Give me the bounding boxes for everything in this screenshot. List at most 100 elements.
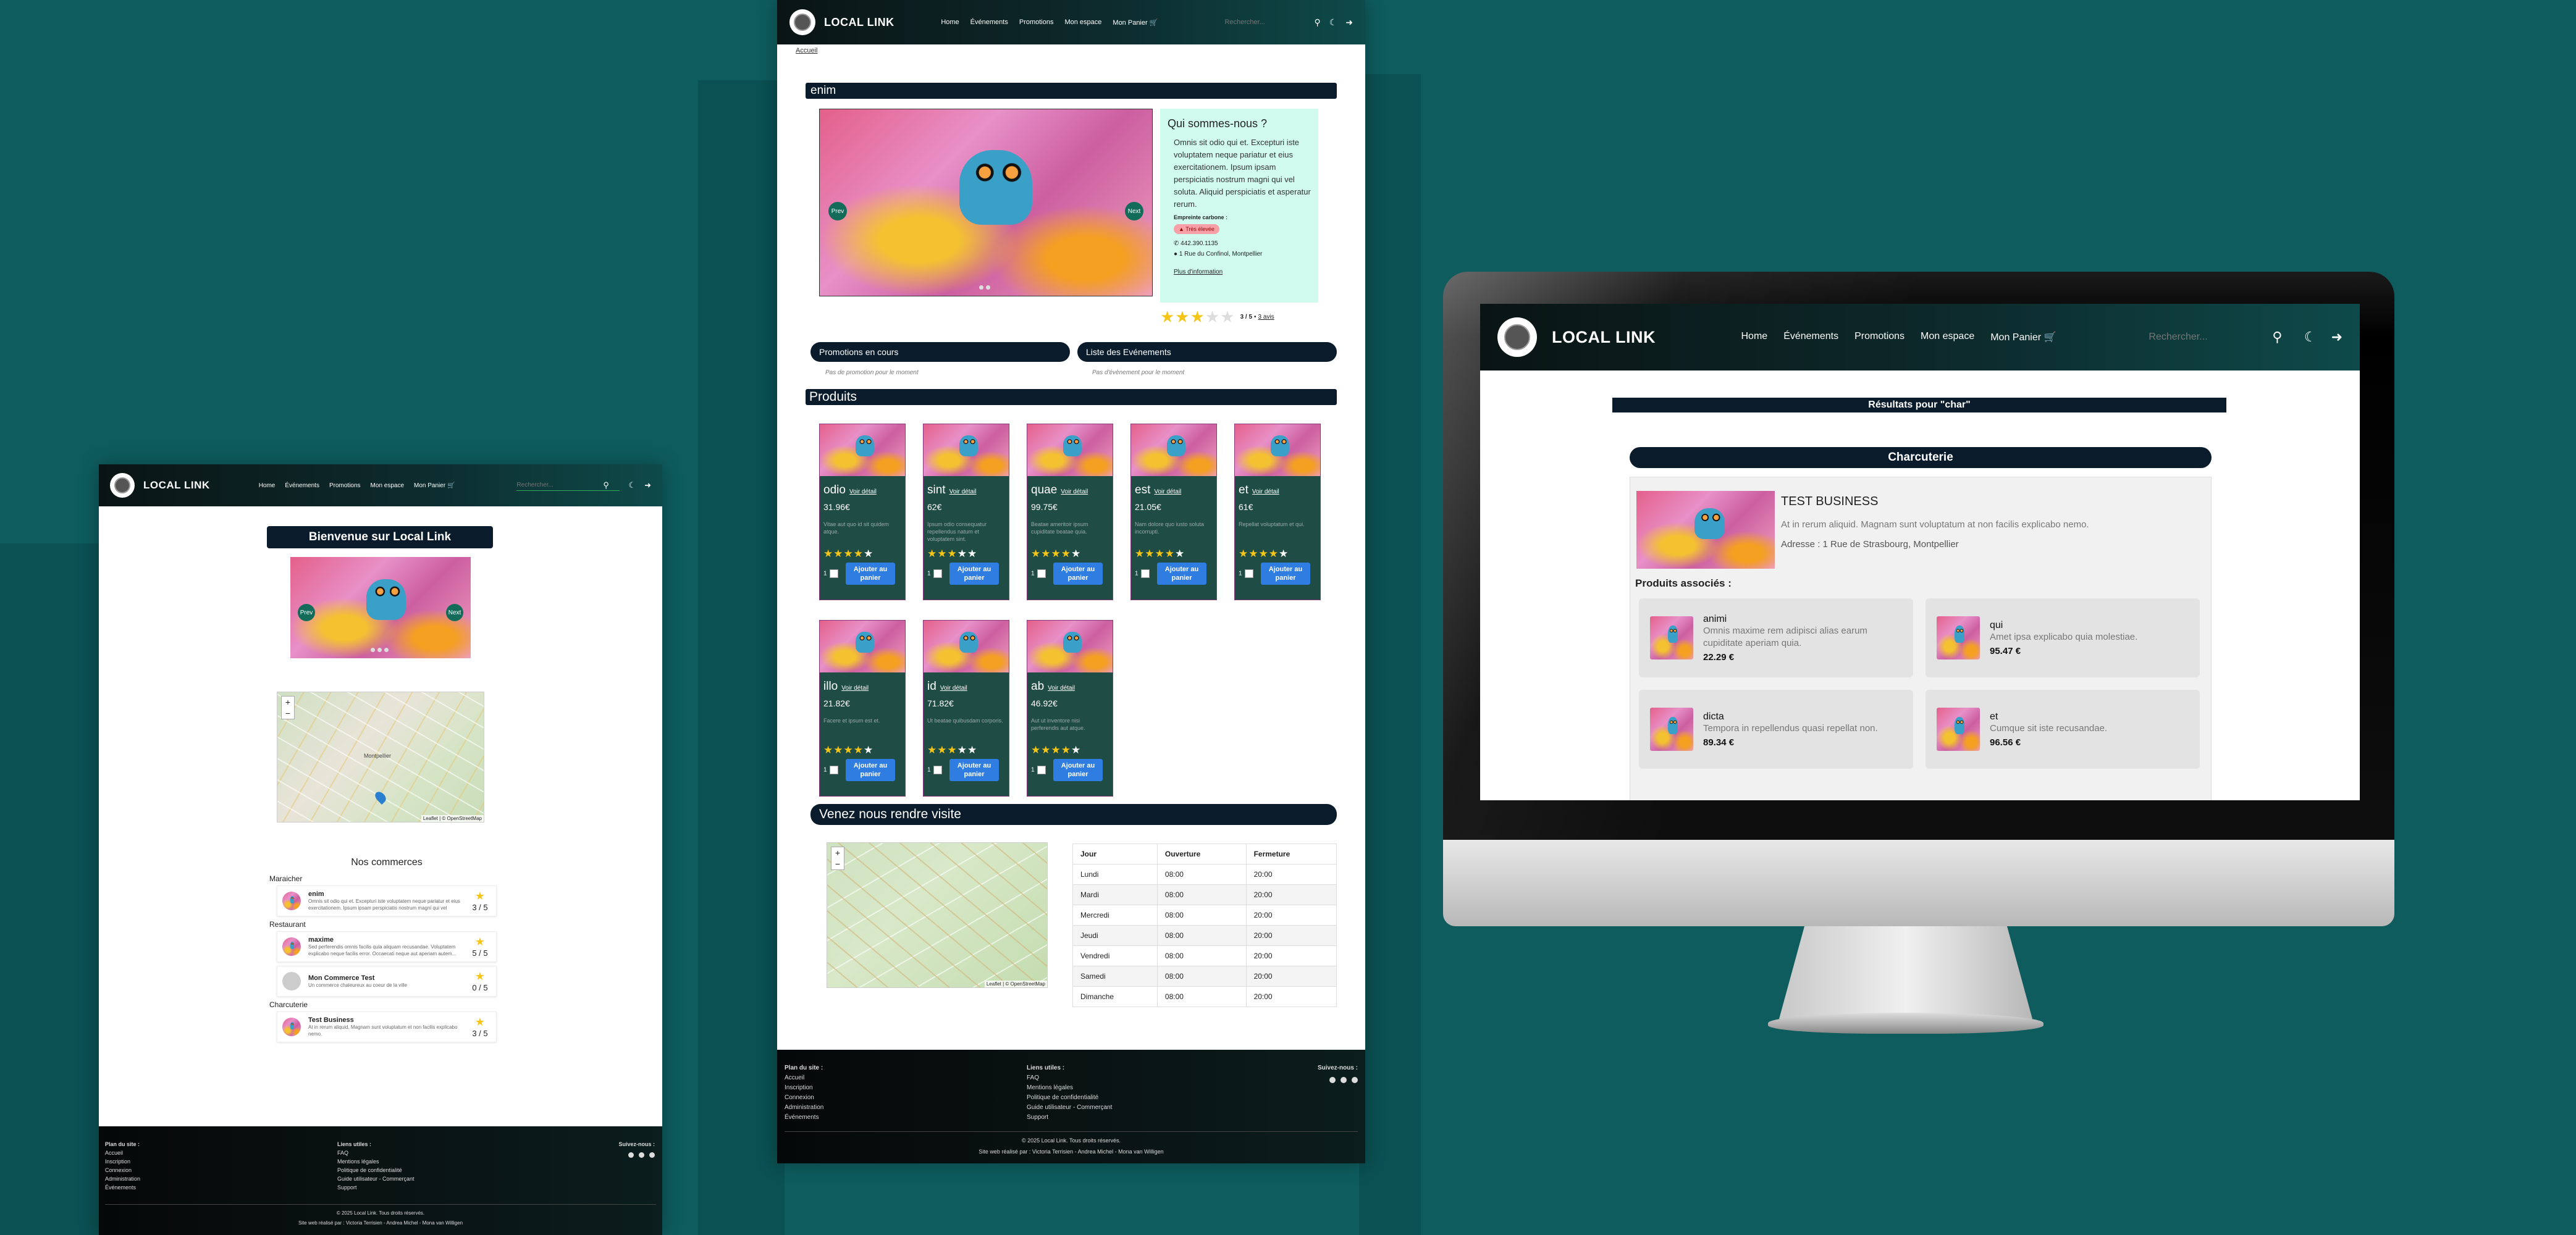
footer-link[interactable]: Guide utilisateur - Commerçant — [1027, 1103, 1112, 1113]
quantity-input[interactable]: 1 — [823, 766, 846, 774]
carousel-prev-button[interactable]: Prev — [298, 604, 315, 621]
product-card[interactable]: id Voir détail 71.82€ Ut beatae quibusdam c… — [923, 620, 1009, 797]
product-detail-link[interactable]: Voir détail — [1048, 685, 1075, 692]
footer-link[interactable]: FAQ — [1027, 1073, 1112, 1083]
quantity-input[interactable]: 1 — [1031, 569, 1053, 578]
footer-link[interactable]: Politique de confidentialité — [337, 1166, 415, 1174]
add-to-cart-button[interactable]: Ajouter au panier — [949, 563, 999, 585]
add-to-cart-button[interactable]: Ajouter au panier — [1157, 563, 1206, 585]
product-image[interactable] — [820, 424, 905, 476]
logo-icon[interactable] — [789, 9, 815, 35]
business-image[interactable] — [1636, 491, 1775, 569]
search-icon[interactable]: ⚲ — [1314, 17, 1320, 28]
footer-link[interactable]: FAQ — [337, 1149, 415, 1157]
quantity-input[interactable]: 1 — [1031, 766, 1053, 774]
add-to-cart-button[interactable]: Ajouter au panier — [1053, 759, 1103, 781]
quantity-input[interactable]: 1 — [823, 569, 846, 578]
footer-link[interactable]: Inscription — [785, 1083, 823, 1093]
twitter-icon[interactable] — [1341, 1077, 1347, 1083]
location-map[interactable]: + − Leaflet | © OpenStreetMap — [827, 842, 1048, 988]
instagram-icon[interactable] — [649, 1152, 655, 1158]
footer-link[interactable]: Accueil — [105, 1149, 140, 1157]
dark-mode-icon[interactable]: ☾ — [628, 480, 636, 490]
product-detail-link[interactable]: Voir détail — [1061, 488, 1088, 495]
footer-link[interactable]: Mentions légales — [1027, 1083, 1112, 1093]
footer-link[interactable]: Administration — [105, 1174, 140, 1183]
footer-link[interactable]: Événements — [105, 1183, 140, 1192]
product-image[interactable] — [924, 621, 1009, 672]
product-detail-link[interactable]: Voir détail — [949, 488, 977, 495]
search-icon[interactable]: ⚲ — [603, 480, 609, 490]
footer-link[interactable]: Support — [1027, 1113, 1112, 1123]
add-to-cart-button[interactable]: Ajouter au panier — [1261, 563, 1310, 585]
reviews-link[interactable]: 3 avis — [1258, 314, 1274, 320]
add-to-cart-button[interactable]: Ajouter au panier — [1053, 563, 1103, 585]
product-image[interactable] — [1235, 424, 1320, 476]
nav-promotions[interactable]: Promotions — [329, 482, 361, 489]
map-zoom-control[interactable]: + − — [831, 847, 844, 870]
product-card[interactable]: odio Voir détail 31.96€ Vitae aut quo id si… — [819, 424, 906, 600]
add-to-cart-button[interactable]: Ajouter au panier — [846, 759, 895, 781]
nav-my-space[interactable]: Mon espace — [1064, 19, 1101, 27]
nav-home[interactable]: Home — [259, 482, 276, 489]
facebook-icon[interactable] — [628, 1152, 634, 1158]
brand-name[interactable]: LOCAL LINK — [824, 16, 941, 29]
nav-home[interactable]: Home — [941, 19, 959, 27]
product-detail-link[interactable]: Voir détail — [1252, 488, 1279, 495]
map-marker-icon[interactable] — [373, 789, 389, 805]
dark-mode-icon[interactable]: ☾ — [1329, 17, 1337, 28]
nav-events[interactable]: Événements — [1783, 331, 1838, 343]
logo-icon[interactable] — [110, 473, 135, 498]
product-image[interactable] — [820, 621, 905, 672]
map-attribution[interactable]: Leaflet | © OpenStreetMap — [421, 815, 484, 822]
footer-link[interactable]: Connexion — [785, 1093, 823, 1103]
search-icon[interactable]: ⚲ — [2272, 329, 2282, 345]
search-input[interactable] — [516, 482, 604, 488]
product-card[interactable]: sint Voir détail 62€ Ipsum odio consequatur… — [923, 424, 1009, 600]
quantity-input[interactable]: 1 — [1239, 569, 1261, 578]
logout-icon[interactable]: ➜ — [644, 480, 651, 490]
product-detail-link[interactable]: Voir détail — [940, 685, 967, 692]
map-zoom-control[interactable]: + − — [281, 696, 295, 719]
carousel-prev-button[interactable]: Prev — [828, 202, 847, 220]
add-to-cart-button[interactable]: Ajouter au panier — [846, 563, 895, 585]
search-input[interactable] — [1224, 19, 1315, 26]
logout-icon[interactable]: ➜ — [2331, 329, 2342, 345]
nav-home[interactable]: Home — [1741, 331, 1768, 343]
footer-link[interactable]: Guide utilisateur - Commerçant — [337, 1174, 415, 1183]
quantity-input[interactable]: 1 — [927, 569, 949, 578]
footer-link[interactable]: Accueil — [785, 1073, 823, 1083]
nav-my-space[interactable]: Mon espace — [1921, 331, 1974, 343]
map-attribution[interactable]: Leaflet | © OpenStreetMap — [984, 981, 1047, 987]
footer-link[interactable]: Connexion — [105, 1166, 140, 1174]
quantity-input[interactable]: 1 — [1135, 569, 1157, 578]
twitter-icon[interactable] — [639, 1152, 644, 1158]
logout-icon[interactable]: ➜ — [1345, 17, 1353, 28]
product-card[interactable]: ab Voir détail 46.92€ Aut ut inventore nisi… — [1027, 620, 1113, 797]
nav-promotions[interactable]: Promotions — [1019, 19, 1054, 27]
breadcrumb[interactable]: Accueil — [796, 47, 817, 54]
associated-product-card[interactable]: dicta Tempora in repellendus quasi repell… — [1639, 690, 1913, 769]
footer-link[interactable]: Événements — [785, 1113, 823, 1123]
commerce-card[interactable]: Mon Commerce Test Un commerce chaleureux … — [277, 966, 497, 997]
instagram-icon[interactable] — [1352, 1077, 1358, 1083]
commerce-card[interactable]: enim Omnis sit odio qui et. Excepturi ist… — [277, 885, 497, 916]
nav-my-space[interactable]: Mon espace — [371, 482, 404, 489]
carousel-indicators[interactable] — [979, 285, 990, 290]
quantity-input[interactable]: 1 — [927, 766, 949, 774]
footer-link[interactable]: Support — [337, 1183, 415, 1192]
dark-mode-icon[interactable]: ☾ — [2304, 329, 2317, 345]
more-info-link[interactable]: Plus d'information — [1168, 269, 1311, 275]
nav-cart[interactable]: Mon Panier 🛒 — [414, 482, 455, 489]
nav-cart[interactable]: Mon Panier 🛒 — [1990, 331, 2056, 343]
nav-events[interactable]: Événements — [285, 482, 319, 489]
associated-product-card[interactable]: et Cumque sit iste recusandae. 96.56 € — [1926, 690, 2200, 769]
nav-events[interactable]: Événements — [970, 19, 1008, 27]
brand-name[interactable]: LOCAL LINK — [1552, 328, 1741, 347]
product-card[interactable]: illo Voir détail 21.82€ Facere et ipsum est… — [819, 620, 906, 797]
add-to-cart-button[interactable]: Ajouter au panier — [949, 759, 999, 781]
commerce-card[interactable]: maxime Sed perferendis omnis facilis quia… — [277, 931, 497, 962]
footer-link[interactable]: Politique de confidentialité — [1027, 1093, 1112, 1103]
product-image[interactable] — [1027, 621, 1113, 672]
nav-promotions[interactable]: Promotions — [1854, 331, 1905, 343]
